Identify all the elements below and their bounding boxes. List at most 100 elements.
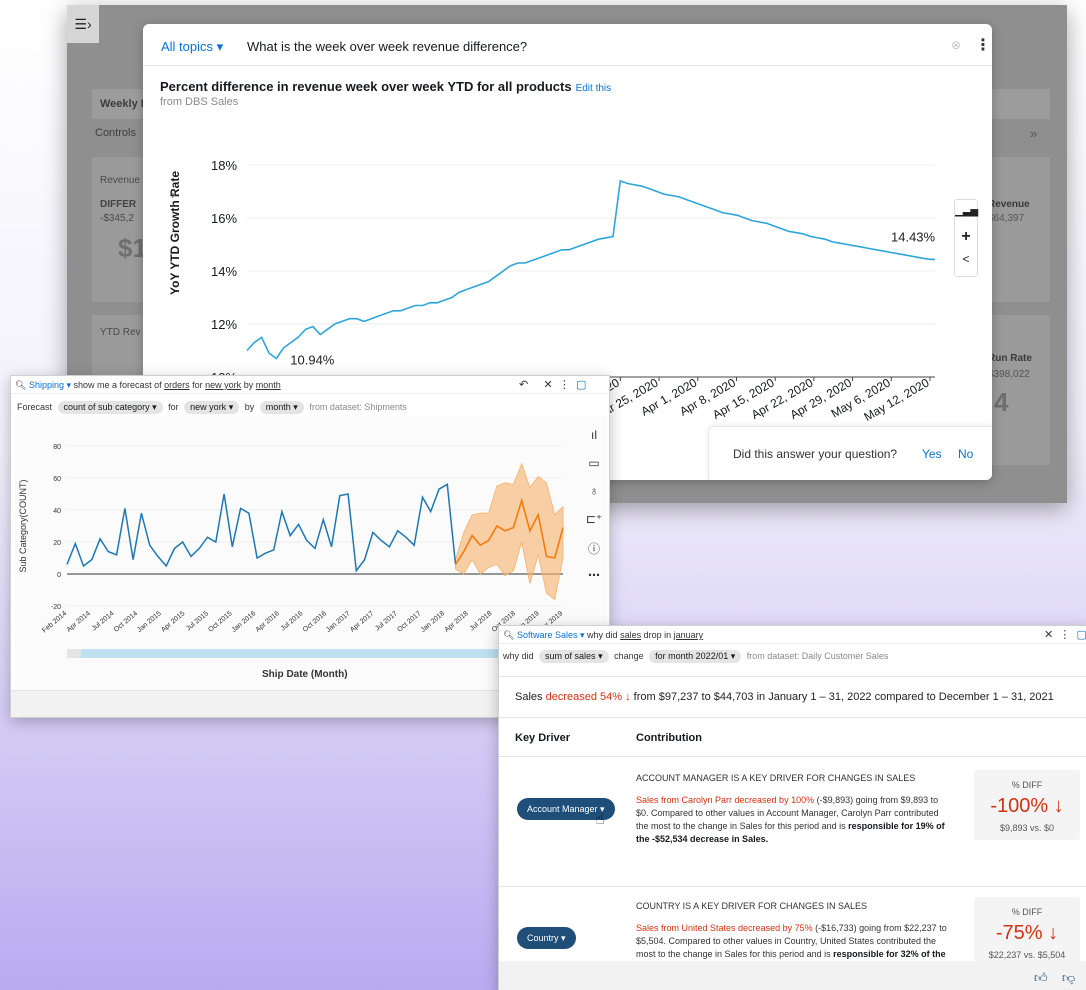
x-tick-label: Jul 2018 <box>469 610 494 632</box>
question-part: orders <box>164 380 190 390</box>
question-text[interactable]: 🔍︎ Shipping ▾ show me a forecast of orde… <box>15 380 281 391</box>
more-options-icon[interactable]: ⋮ <box>1059 629 1070 641</box>
topic-label: All topics <box>161 39 214 54</box>
hand-cursor-icon: ☝ <box>595 811 605 828</box>
chart-title: Percent difference in revenue week over … <box>160 79 611 94</box>
kpi-big-value: 4 <box>994 387 1009 417</box>
x-tick-label: Apr 2017 <box>349 610 375 634</box>
y-tick-label: 16% <box>211 211 237 226</box>
thumbs-up-icon[interactable]: 👍︎ <box>1034 970 1048 986</box>
x-tick-label: Jan 2017 <box>325 610 352 634</box>
plus-icon[interactable]: + <box>955 228 977 246</box>
close-icon[interactable]: ✕ <box>1044 629 1053 641</box>
y-tick-label: -20 <box>51 604 61 611</box>
feedback-yes-button[interactable]: Yes <box>922 447 942 461</box>
clear-icon[interactable]: ⊗ <box>951 38 961 52</box>
y-tick-label: 12% <box>211 317 237 332</box>
question-input[interactable]: What is the week over week revenue diffe… <box>247 39 527 54</box>
chevron-double-down-icon[interactable]: » <box>1030 126 1037 141</box>
kpi-title: YTD Rev <box>100 327 141 338</box>
feedback-no-button[interactable]: No <box>958 447 973 461</box>
x-tick-label: Jul 2017 <box>374 610 399 632</box>
close-icon[interactable]: ✕ <box>544 379 553 391</box>
pill-label: Account Manager <box>527 804 598 814</box>
sheet-title[interactable]: Weekly R <box>100 98 149 110</box>
key-drivers-panel: 🔍︎ Software Sales ▾ why did sales drop i… <box>498 625 1086 990</box>
comment-icon[interactable]: ▭ <box>584 456 604 470</box>
undo-icon[interactable]: ↶ <box>519 379 528 391</box>
share-icon[interactable]: < <box>955 252 977 266</box>
y-tick-label: 80 <box>53 444 61 451</box>
pin-icon[interactable]: ▢ <box>576 379 586 391</box>
period-chip[interactable]: for month 2022/01 ▾ <box>649 650 742 663</box>
chart-grid <box>247 164 935 378</box>
chip-label: count of sub category <box>63 402 150 412</box>
y-tick-label: 0 <box>57 572 61 579</box>
info-icon[interactable]: ⓘ <box>584 540 604 557</box>
run-rate-card: Run Rate $398,022 4 <box>984 315 1050 465</box>
measure-chip[interactable]: count of sub category ▾ <box>57 401 163 414</box>
question-text[interactable]: 🔍︎ Software Sales ▾ why did sales drop i… <box>503 630 703 641</box>
diff-value: -100% ↓ <box>990 795 1064 817</box>
forecast-chart: -20020406080 Feb 2014Apr 2014Jul 2014Oct… <box>18 444 564 635</box>
col-key-driver: Key Driver <box>515 732 571 744</box>
pin-icon[interactable]: ▢ <box>1076 629 1086 641</box>
x-axis-title: Ship Date (Month) <box>262 669 348 680</box>
x-tick-label: Jul 2016 <box>280 610 305 632</box>
sidebar-expand-icon[interactable]: ☰› <box>67 5 99 43</box>
city-chip[interactable]: new york ▾ <box>184 401 240 414</box>
driver-heading: COUNTRY IS A KEY DRIVER FOR CHANGES IN S… <box>636 901 868 911</box>
interpreted-query: Forecast count of sub category ▾ for new… <box>17 401 407 414</box>
country-dropdown[interactable]: Country ▾ <box>517 927 576 949</box>
by-label: by <box>244 402 255 412</box>
lightbulb-icon[interactable]: ♁ <box>584 484 604 498</box>
more-icon[interactable]: ⋯ <box>584 568 604 582</box>
diff-label: % DIFF <box>1011 907 1043 917</box>
diff-compare: $9,893 vs. $0 <box>999 823 1055 833</box>
bar-chart-icon[interactable]: ıl <box>584 428 604 442</box>
topic-selector[interactable]: Software Sales ▾ <box>517 630 585 640</box>
search-icon: 🔍︎ <box>503 630 515 640</box>
topic-selector[interactable]: All topics ▾ <box>161 39 223 55</box>
interpreted-query: why did sum of sales ▾ change for month … <box>503 650 888 663</box>
y-tick-label: 14% <box>211 264 237 279</box>
kpi-title: Run Rate <box>988 353 1032 364</box>
question-part: new york <box>205 380 242 390</box>
x-tick-label: Oct 2016 <box>302 610 328 634</box>
pill-label: Country <box>527 933 559 943</box>
expand-chevron-icon[interactable]: › <box>171 186 176 202</box>
question-part: january <box>673 630 704 640</box>
percent-diff-box: % DIFF -100% ↓ $9,893 vs. $0 <box>974 770 1080 840</box>
x-tick-label: Oct 2014 <box>113 610 139 634</box>
add-to-analysis-icon[interactable]: ⊏⁺ <box>584 512 604 526</box>
question-part: why did <box>587 630 618 640</box>
more-options-icon[interactable]: ⋮ <box>559 379 570 391</box>
percent-diff-box: % DIFF -75% ↓ $22,237 vs. $5,504 <box>974 897 1080 967</box>
chip-label: month <box>265 402 291 412</box>
diff-label: % DIFF <box>1011 780 1043 790</box>
topic-selector[interactable]: Shipping ▾ <box>29 380 71 390</box>
driver-row: Country ▾ COUNTRY IS A KEY DRIVER FOR CH… <box>499 887 1086 972</box>
question-part: sales <box>620 630 642 640</box>
actual-line <box>66 483 457 573</box>
measure-chip[interactable]: sum of sales ▾ <box>539 650 609 663</box>
shipping-question-bar: 🔍︎ Shipping ▾ show me a forecast of orde… <box>11 376 609 394</box>
col-contribution: Contribution <box>636 732 702 744</box>
edit-this-link[interactable]: Edit this <box>576 83 612 94</box>
controls-label[interactable]: Controls <box>95 127 136 139</box>
kpi-diff-label: DIFFER <box>100 199 137 210</box>
chart-type-icon[interactable]: ▁▃▅ <box>955 206 978 217</box>
chip-label: new york <box>190 402 227 412</box>
for-label: for <box>168 402 179 412</box>
x-tick-label: Feb 2014 <box>41 610 68 634</box>
more-options-icon[interactable]: ⋮ <box>975 35 991 55</box>
chart-tools: ▁▃▅ + < <box>954 199 978 277</box>
x-tick-label: Oct 2015 <box>207 610 233 634</box>
question-part: show me a forecast of <box>73 380 162 390</box>
summary-change: decreased 54% ↓ <box>545 691 631 703</box>
period-chip[interactable]: month ▾ <box>259 401 304 414</box>
y-tick-label: 40 <box>53 508 61 515</box>
dataset-source: from dataset: Daily Customer Sales <box>746 651 889 661</box>
diff-compare: $22,237 vs. $5,504 <box>988 950 1066 960</box>
thumbs-down-icon[interactable]: 👎︎ <box>1062 970 1075 986</box>
